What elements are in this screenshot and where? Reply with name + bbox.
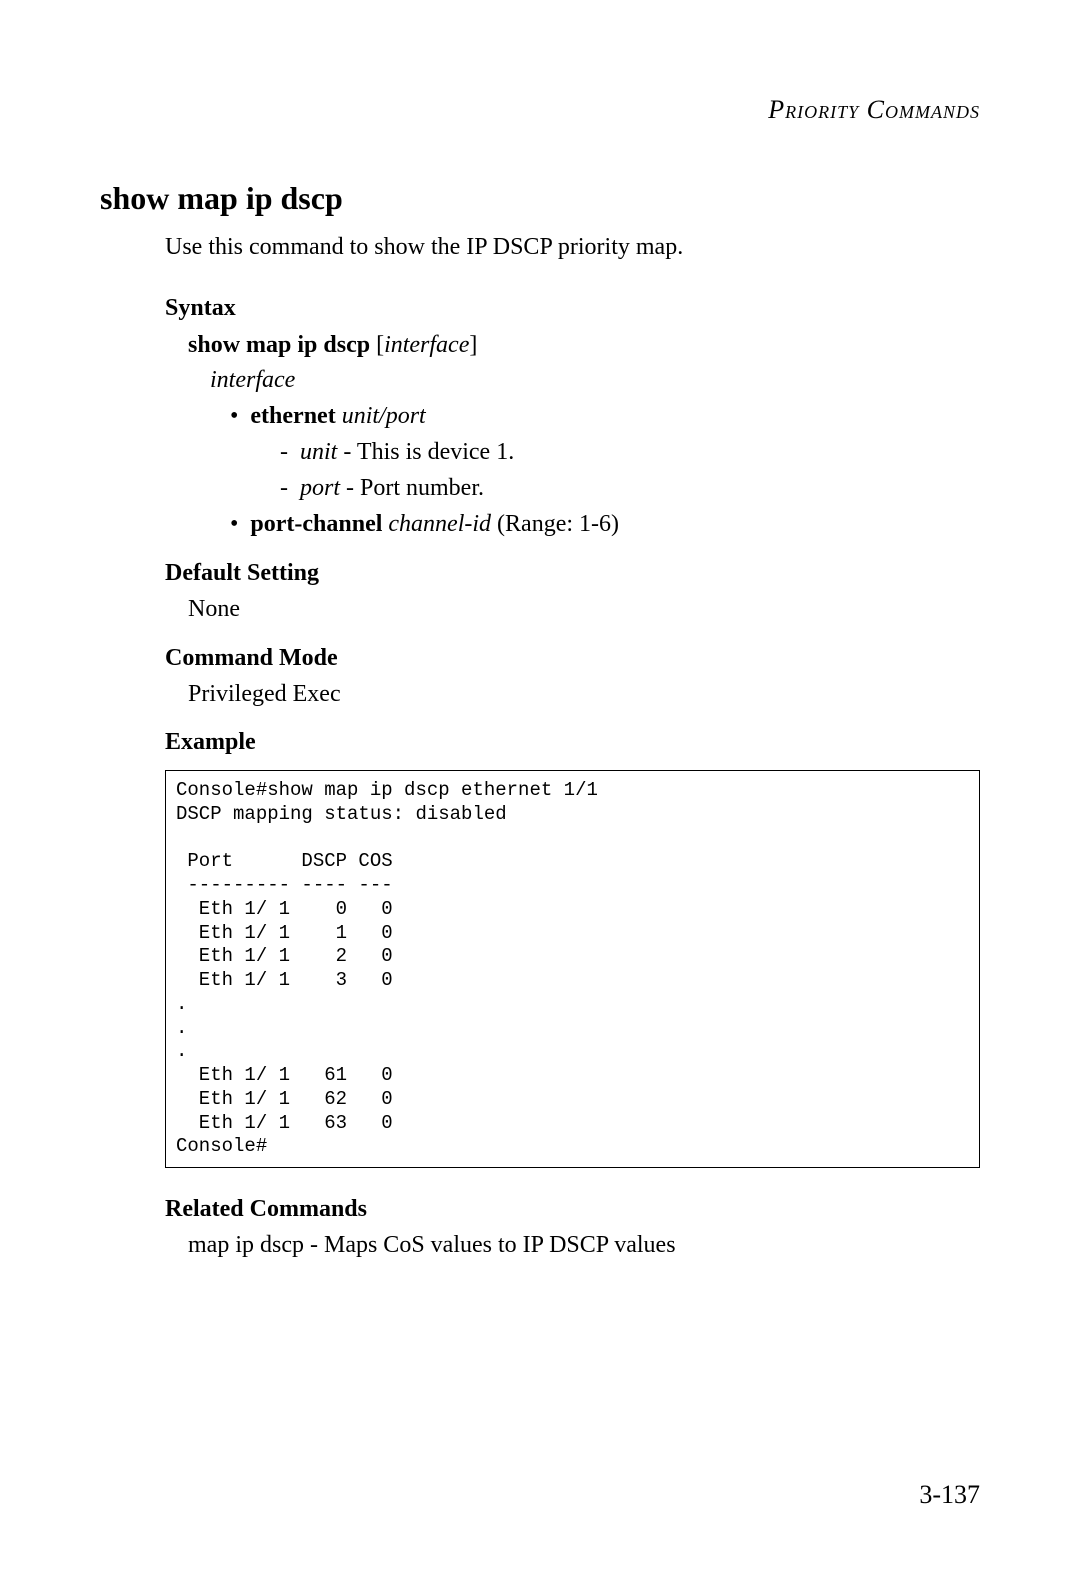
dash-icon: - [280, 439, 300, 465]
bullet-dot-icon: • [230, 403, 250, 429]
commandmode-value: Privileged Exec [188, 678, 980, 712]
syntax-bracket-close: ] [469, 332, 477, 358]
port-desc: - Port number. [340, 475, 484, 501]
example-label: Example [165, 729, 980, 756]
port-italic: port [300, 475, 340, 501]
portchannel-bullet: • port-channel channel-id (Range: 1-6) [230, 506, 980, 542]
page-number: 3-137 [919, 1480, 980, 1510]
syntax-command: show map ip dscp [interface] [188, 328, 980, 363]
port-desc-line: - port - Port number. [280, 470, 980, 506]
unit-desc: - This is device 1. [337, 439, 514, 465]
syntax-bracket-open: [ [376, 332, 384, 358]
commandmode-label: Command Mode [165, 645, 980, 672]
unit-desc-line: - unit - This is device 1. [280, 434, 980, 470]
syntax-label: Syntax [165, 295, 980, 322]
example-code: Console#show map ip dscp ethernet 1/1 DS… [165, 770, 980, 1168]
bullet-dot-icon: • [230, 511, 250, 537]
ethernet-slash: / [379, 403, 386, 429]
portchannel-desc: (Range: 1-6) [491, 511, 619, 537]
default-value: None [188, 593, 980, 627]
portchannel-bold: port-channel [250, 511, 382, 537]
related-label: Related Commands [165, 1196, 980, 1223]
ethernet-port: port [386, 403, 426, 429]
default-label: Default Setting [165, 560, 980, 587]
ethernet-bold: ethernet [250, 403, 335, 429]
chapter-header: Priority Commands [100, 95, 980, 125]
related-value: map ip dscp - Maps CoS values to IP DSCP… [188, 1229, 980, 1263]
ethernet-bullet: • ethernet unit/port [230, 398, 980, 434]
command-title: show map ip dscp [100, 180, 980, 217]
ethernet-unit: unit [342, 403, 379, 429]
syntax-param: interface [384, 332, 469, 358]
syntax-interface-line: interface [210, 363, 980, 398]
unit-italic: unit [300, 439, 337, 465]
syntax-cmd-bold: show map ip dscp [188, 332, 370, 358]
intro-text: Use this command to show the IP DSCP pri… [165, 231, 980, 263]
portchannel-italic: channel-id [388, 511, 491, 537]
dash-icon: - [280, 475, 300, 501]
